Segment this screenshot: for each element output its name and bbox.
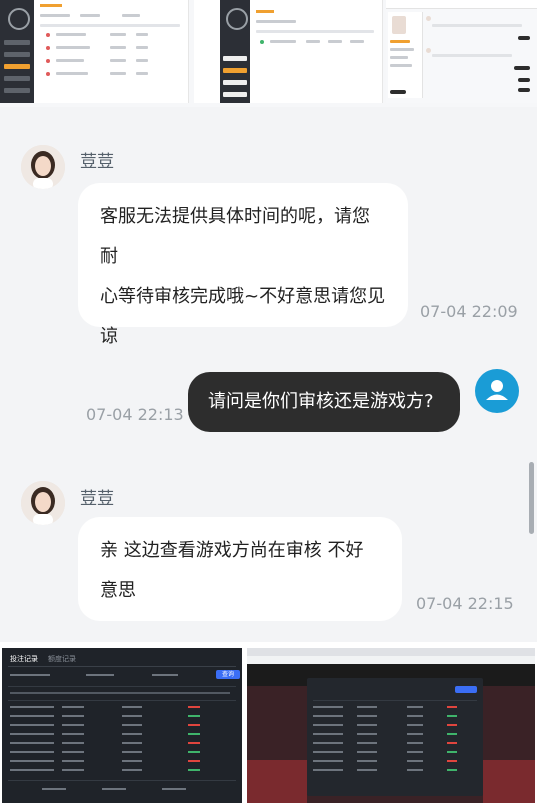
agent-avatar <box>21 145 65 189</box>
tab-bet-record[interactable]: 投注记录 <box>10 654 38 664</box>
user-avatar <box>475 369 519 413</box>
chat-screenshot-thumb <box>386 0 537 103</box>
bottom-screenshots: 投注记录 额度记录 查询 <box>0 642 537 803</box>
message-text-line: 谅 <box>100 326 118 347</box>
admin-sidebar <box>0 0 34 103</box>
outgoing-message-bubble: 请问是你们审核还是游戏方? <box>188 372 460 432</box>
agent-portrait-icon <box>21 145 65 189</box>
top-screenshots-strip <box>0 0 537 107</box>
person-icon <box>486 380 508 400</box>
sender-name: 荳荳 <box>80 152 114 172</box>
message-time: 07-04 22:09 <box>420 302 518 321</box>
tab-credit-record[interactable]: 额度记录 <box>48 654 76 664</box>
chat-conversation: 荳荳 客服无法提供具体时间的呢，请您耐 心等待审核完成哦~不好意思请您见 谅 0… <box>0 107 537 642</box>
incoming-message-bubble: 客服无法提供具体时间的呢，请您耐 心等待审核完成哦~不好意思请您见 谅 <box>78 183 408 347</box>
message-text: 请问是你们审核还是游戏方? <box>208 391 434 412</box>
message-text-line: 亲 这边查看游戏方尚在审核 不好 <box>100 540 364 561</box>
admin-screenshot-2 <box>194 0 383 103</box>
bet-record-screenshot: 投注记录 额度记录 查询 <box>2 648 242 803</box>
message-text-line: 意思 <box>100 580 136 601</box>
message-text-line: 心等待审核完成哦~不好意思请您见 <box>100 286 386 307</box>
agent-portrait-icon <box>21 481 65 525</box>
chat-scrollbar[interactable] <box>529 462 534 534</box>
message-time: 07-04 22:15 <box>416 594 514 613</box>
sender-name: 荳荳 <box>80 489 114 509</box>
agent-avatar <box>21 481 65 525</box>
incoming-message-bubble: 亲 这边查看游戏方尚在审核 不好 意思 <box>78 517 402 621</box>
admin-screenshot-1 <box>0 0 189 103</box>
query-button[interactable]: 查询 <box>216 670 240 679</box>
game-browser-screenshot <box>247 648 535 803</box>
message-time: 07-04 22:13 <box>86 405 184 424</box>
message-text-line: 客服无法提供具体时间的呢，请您耐 <box>100 206 370 267</box>
admin-sidebar <box>220 0 250 103</box>
